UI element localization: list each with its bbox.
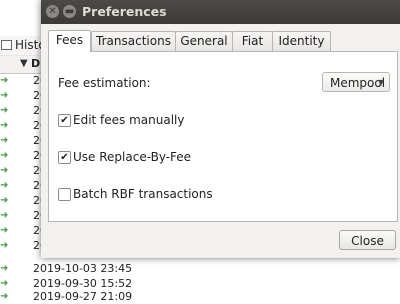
table-row[interactable]: ➜ 2019-10-03 23:45 <box>0 261 180 276</box>
tab-fees[interactable]: Fees <box>48 30 91 52</box>
close-icon: ✕ <box>48 6 57 17</box>
window-minimize-button[interactable]: ▬ <box>63 5 76 18</box>
receive-arrow-icon: ➜ <box>0 105 9 116</box>
tab-fiat[interactable]: Fiat <box>232 31 273 51</box>
sort-down-icon[interactable]: ▼ <box>20 58 28 69</box>
receive-arrow-icon: ➜ <box>0 75 9 86</box>
checkmark-icon: ✔ <box>60 152 69 163</box>
history-icon <box>1 40 12 50</box>
receive-arrow-icon: ➜ <box>0 291 9 302</box>
edit-fees-manually-label[interactable]: Edit fees manually <box>73 113 185 127</box>
preferences-dialog: ✕ ▬ Preferences Fees Transactions Genera… <box>41 0 400 258</box>
receive-arrow-icon: ➜ <box>0 263 9 274</box>
dialog-title: Preferences <box>82 4 167 19</box>
row-date: 2019-10-03 23:45 <box>33 262 133 275</box>
edit-fees-manually-checkbox[interactable]: ✔ <box>58 114 71 127</box>
dialog-titlebar[interactable]: ✕ ▬ Preferences <box>41 0 400 24</box>
tab-identity[interactable]: Identity <box>272 31 331 51</box>
receive-arrow-icon: ➜ <box>0 150 9 161</box>
tab-transactions[interactable]: Transactions <box>91 31 176 51</box>
fee-estimation-select[interactable]: Mempool ▼ <box>322 72 390 92</box>
batch-rbf-checkbox[interactable] <box>58 188 71 201</box>
receive-arrow-icon: ➜ <box>0 120 9 131</box>
fee-estimation-label: Fee estimation: <box>58 76 151 90</box>
use-rbf-label[interactable]: Use Replace-By-Fee <box>73 150 191 164</box>
receive-arrow-icon: ➜ <box>0 240 9 251</box>
chevron-down-icon: ▼ <box>377 78 384 87</box>
receive-arrow-icon: ➜ <box>0 165 9 176</box>
checkmark-icon: ✔ <box>60 115 69 126</box>
receive-arrow-icon: ➜ <box>0 135 9 146</box>
fee-estimation-value: Mempool <box>330 76 386 90</box>
tab-general[interactable]: General <box>175 31 233 51</box>
use-rbf-checkbox[interactable]: ✔ <box>58 151 71 164</box>
window-close-button[interactable]: ✕ <box>46 5 59 18</box>
receive-arrow-icon: ➜ <box>0 195 9 206</box>
batch-rbf-label[interactable]: Batch RBF transactions <box>73 187 213 201</box>
receive-arrow-icon: ➜ <box>0 180 9 191</box>
table-row[interactable]: ➜ 2019-09-27 21:09 <box>0 289 180 304</box>
receive-arrow-icon: ➜ <box>0 90 9 101</box>
column-header-date[interactable]: D <box>31 57 40 70</box>
receive-arrow-icon: ➜ <box>0 225 9 236</box>
minimize-icon: ▬ <box>64 6 75 17</box>
fees-panel: Fee estimation: Mempool ▼ ✔ Edit fees ma… <box>48 51 398 222</box>
close-button[interactable]: Close <box>339 230 396 250</box>
receive-arrow-icon: ➜ <box>0 210 9 221</box>
row-date: 2019-09-27 21:09 <box>33 290 133 303</box>
